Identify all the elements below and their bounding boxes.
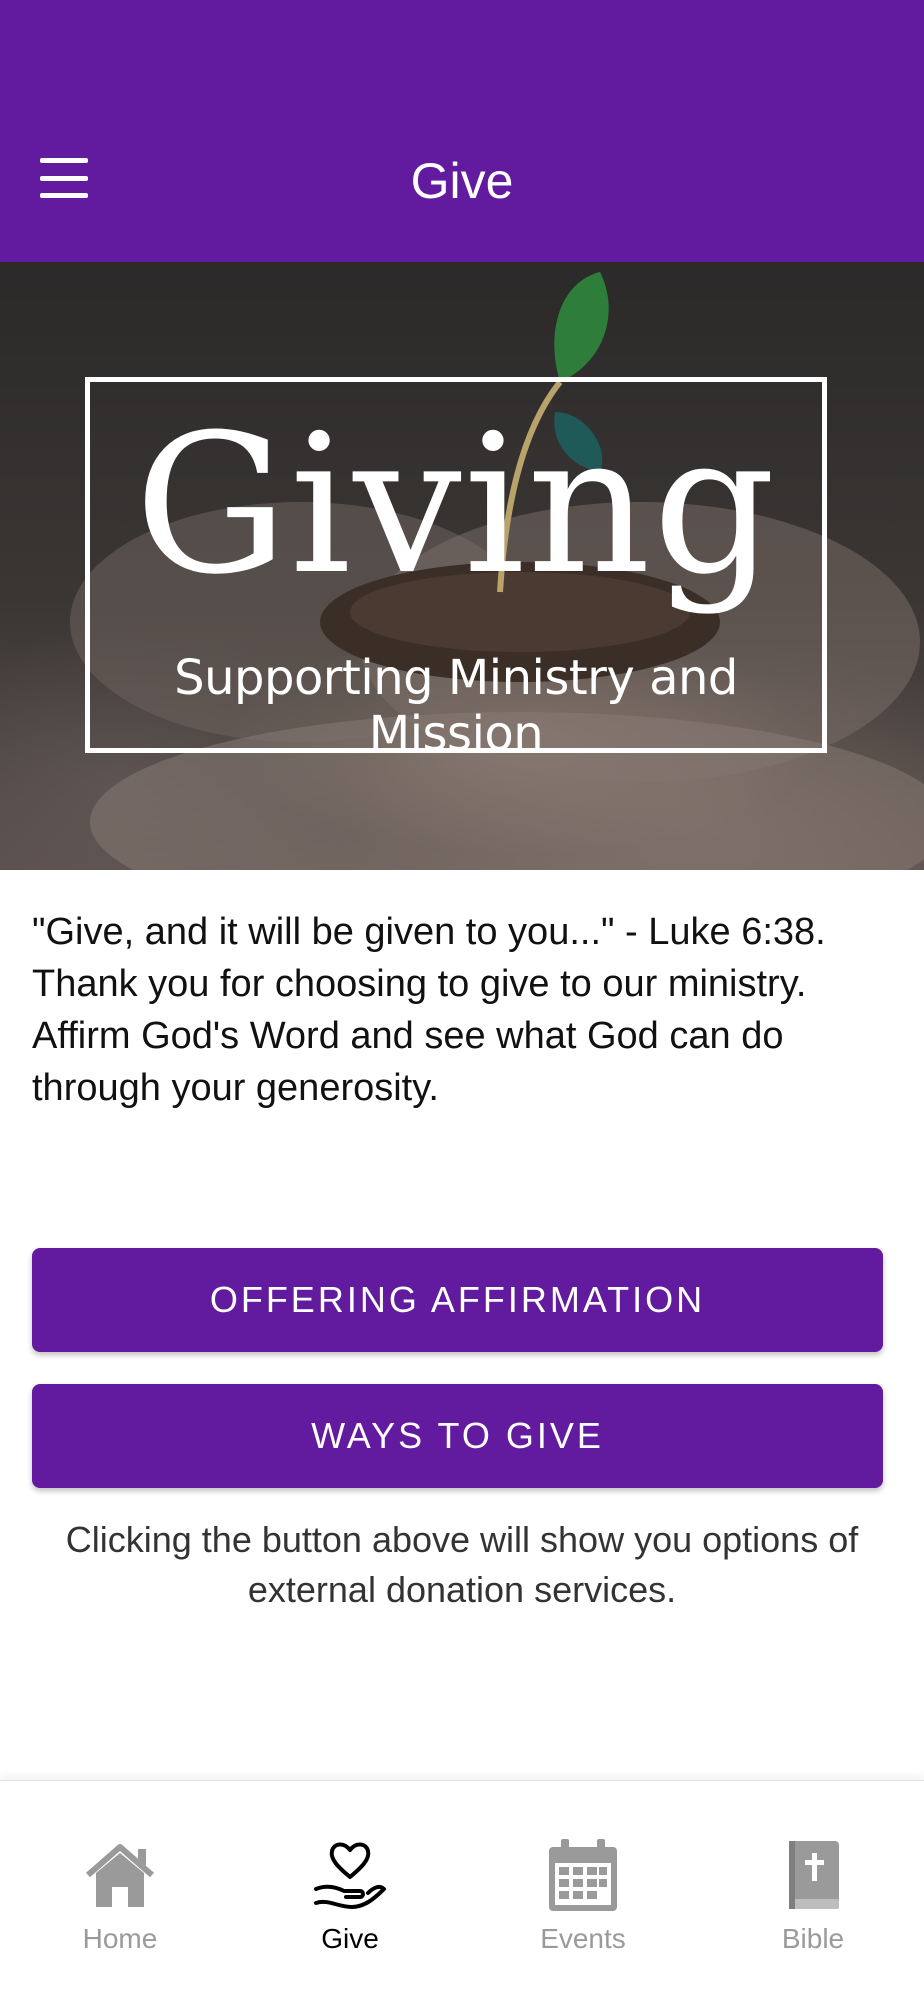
tab-events[interactable]: Events <box>483 1781 683 1981</box>
tab-bible-label: Bible <box>781 1923 845 1954</box>
external-donation-note: Clicking the button above will show you … <box>65 1519 859 1610</box>
heart-hand-icon <box>314 1842 386 1909</box>
tab-give-label: Give <box>321 1923 379 1954</box>
house-icon <box>86 1844 154 1907</box>
intro-text: "Give, and it will be given to you..." -… <box>32 911 826 1109</box>
calendar-icon <box>549 1839 617 1911</box>
hero-heading: Giving <box>134 394 778 617</box>
tab-give[interactable]: Give <box>250 1781 450 1981</box>
bible-icon <box>789 1841 839 1909</box>
giving-hero-banner: Giving Supporting Ministry and Mission <box>0 262 924 870</box>
page-title: Give <box>410 153 514 209</box>
bottom-tab-bar: Home Give Events Bible <box>0 1780 924 2000</box>
tab-events-label: Events <box>540 1923 626 1954</box>
hero-subheading: Supporting Ministry and Mission <box>174 650 738 762</box>
app-header: Give <box>0 0 924 262</box>
ways-to-give-button[interactable]: WAYS TO GIVE <box>32 1384 883 1488</box>
tab-bible[interactable]: Bible <box>713 1781 913 1981</box>
tab-home[interactable]: Home <box>20 1781 220 1981</box>
offering-affirmation-button[interactable]: OFFERING AFFIRMATION <box>32 1248 883 1352</box>
tab-home-label: Home <box>82 1923 158 1954</box>
